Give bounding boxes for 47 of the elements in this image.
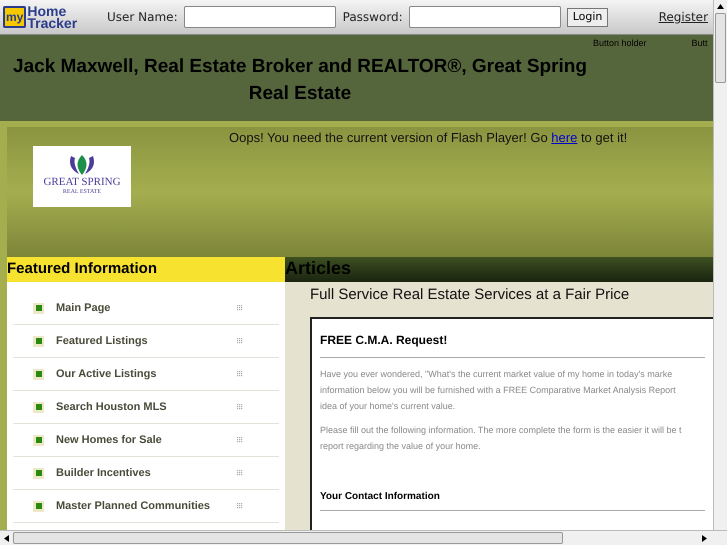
scroll-left-icon[interactable] xyxy=(4,534,9,542)
username-label: User Name: xyxy=(107,9,178,26)
scroll-up-icon[interactable] xyxy=(717,4,724,9)
bullet-icon xyxy=(33,336,44,346)
vertical-scrollbar[interactable] xyxy=(713,0,727,530)
form-paragraph: Please fill out the following information. The more complete the form is the easier it will be t report regarding the value of your home. xyxy=(320,424,682,453)
username-field[interactable] xyxy=(184,6,336,28)
grip-icon xyxy=(237,470,243,476)
password-field[interactable] xyxy=(408,6,561,28)
page-title: Jack Maxwell, Real Estate Broker and REALTOR®, Great Spring xyxy=(13,55,587,79)
grip-icon xyxy=(237,371,243,377)
sidebar-item[interactable]: New Homes for Sale xyxy=(13,424,279,457)
scroll-thumb[interactable] xyxy=(13,532,563,544)
sidebar-item[interactable]: Featured Listings xyxy=(13,325,279,358)
login-button[interactable]: Login xyxy=(566,8,608,26)
grip-icon xyxy=(237,305,243,311)
bullet-icon xyxy=(33,402,44,412)
sidebar-title: Featured Information xyxy=(7,259,158,280)
sidebar-item[interactable]: Master Planned Communities xyxy=(13,490,279,523)
sidebar-item[interactable]: Main Page xyxy=(13,292,279,325)
bullet-icon xyxy=(33,434,44,446)
grip-icon xyxy=(237,404,243,410)
bullet-icon xyxy=(33,500,44,512)
button-holder-label: Butt xyxy=(692,37,708,50)
sidebar-item[interactable]: Our Active Listings xyxy=(13,358,279,391)
sidebar-item[interactable]: Builder Incentives xyxy=(13,457,279,490)
grip-icon xyxy=(237,437,243,443)
bullet-icon xyxy=(33,368,44,380)
article-subheading: Full Service Real Estate Services at a Fair Price xyxy=(310,285,630,305)
here-link[interactable]: here xyxy=(551,130,578,145)
bullet-icon xyxy=(33,302,44,314)
articles-heading: Articles xyxy=(285,257,352,280)
bullet-icon xyxy=(33,468,44,478)
grip-icon xyxy=(237,338,243,344)
form-paragraph: Have you ever wondered, "What's the current market value of my home in today's marke information below you will be furnished with a FREE Comparative Market Analysis Report idea of your home's current value. xyxy=(320,368,676,413)
grip-icon xyxy=(237,503,243,509)
register-link[interactable]: Register xyxy=(658,8,708,26)
sidebar-item[interactable]: Search Houston MLS xyxy=(13,391,279,424)
form-title: FREE C.M.A. Request! xyxy=(320,330,705,358)
button-holder-label: Button holder xyxy=(593,37,647,50)
page-title-continued: Real Estate xyxy=(248,82,352,106)
scroll-right-icon[interactable] xyxy=(702,534,707,542)
flash-message: Oops! You need the current version of Flash Player! Go here to get it! xyxy=(229,129,628,147)
password-label: Password: xyxy=(342,9,403,26)
leaf-icon xyxy=(67,154,97,176)
scroll-thumb[interactable] xyxy=(715,13,726,83)
section-title: Your Contact Information xyxy=(320,488,705,510)
